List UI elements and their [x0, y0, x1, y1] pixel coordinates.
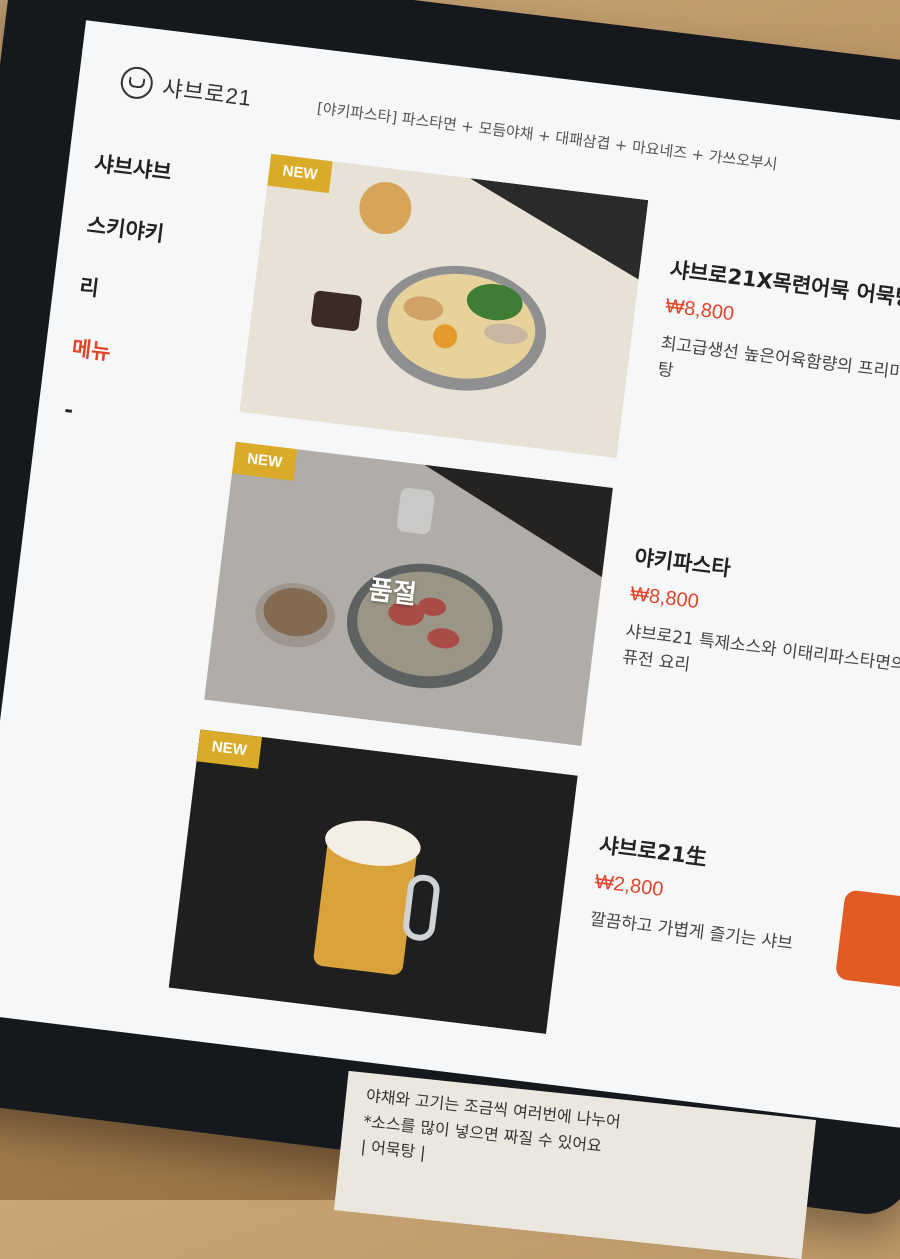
menu-item-info: 샤브로21X목련어묵 어묵탕 ₩8,800 최고급생선 높은어육함량의 프리미엄…: [656, 253, 900, 419]
menu-item-photo: NEW: [168, 729, 578, 1034]
menu-item-photo: NEW 품절: [204, 441, 613, 746]
logo-text: 샤브로21: [160, 75, 254, 111]
menu-item-photo: NEW: [239, 153, 649, 459]
menu-item-info: 야키파스타 ₩8,800 샤브로21 특제소스와 이태리파스타면의 퓨전 요리: [621, 541, 900, 707]
fishcake-soup-image: [239, 153, 649, 459]
tablet-device: 샤브로21 [야키파스타] 파스타면 + 모듬야채 + 대패삼겹 + 마요네즈 …: [0, 0, 900, 1220]
sold-out-label: 품절: [366, 575, 419, 611]
menu-item-description: 최고급생선 높은어육함량의 프리미엄 어묵탕: [656, 333, 900, 390]
kiosk-screen: 샤브로21 [야키파스타] 파스타면 + 모듬야채 + 대패삼겹 + 마요네즈 …: [0, 20, 900, 1130]
logo-icon: [118, 65, 155, 101]
menu-item-draft-beer[interactable]: NEW 샤브로21生 ₩2,800 깔끔하고 가볍게 즐기는 샤브: [168, 729, 900, 1075]
cart-button[interactable]: [834, 889, 900, 988]
menu-item-fishcake-soup[interactable]: NEW 샤브로21X목련어묵 어묵탕 ₩8,800 최고급생선 높은어육함량의 …: [239, 153, 900, 500]
brand-logo[interactable]: 샤브로21: [118, 65, 254, 113]
category-sidebar: 샤브샤브 스키야키 리 메뉴 -: [35, 129, 242, 457]
menu-item-yaki-pasta[interactable]: NEW 품절 야키파스타 ₩8,800 샤브로21 특제소스와 이태리파스타면의…: [204, 441, 900, 788]
beer-mug-image: [168, 729, 578, 1034]
